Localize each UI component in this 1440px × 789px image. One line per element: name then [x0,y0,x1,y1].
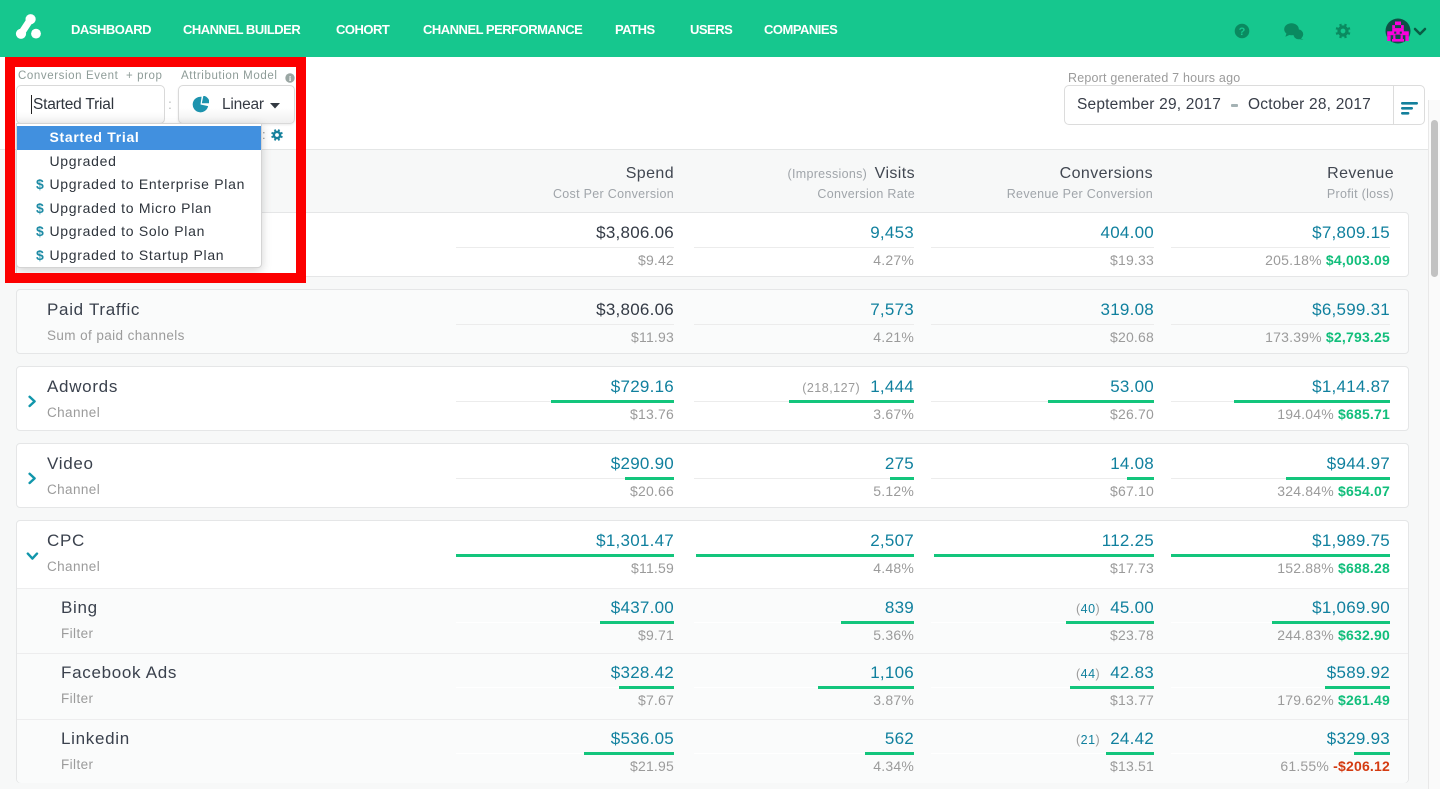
svg-text:?: ? [1239,26,1246,38]
